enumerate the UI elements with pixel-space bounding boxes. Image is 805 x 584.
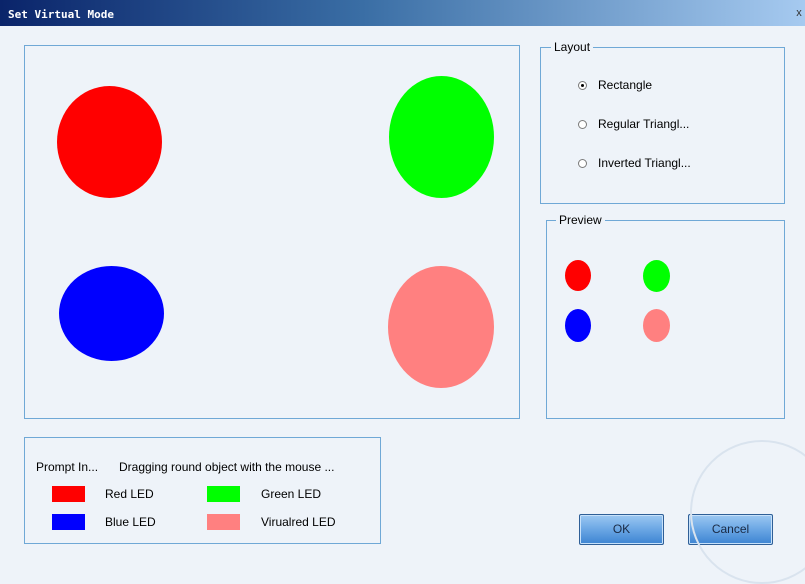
preview-blue-led <box>565 309 591 342</box>
legend-red-label: Red LED <box>105 487 154 501</box>
led-canvas <box>24 45 520 419</box>
layout-option-label: Rectangle <box>598 78 653 92</box>
blue-led[interactable] <box>59 266 164 361</box>
preview-red-led <box>565 260 591 291</box>
radio-inverted-triangle[interactable] <box>578 158 587 168</box>
title-bar: Set Virtual Mode x <box>0 0 805 26</box>
layout-option-inverted-triangle[interactable]: Inverted Triangl... <box>578 156 691 170</box>
legend-virtual-red-label: Virualred LED <box>261 515 336 529</box>
layout-group-title: Layout <box>551 40 594 54</box>
preview-group: Preview <box>546 213 785 419</box>
green-led[interactable] <box>389 76 494 198</box>
legend-green-label: Green LED <box>261 487 322 501</box>
radio-regular-triangle[interactable] <box>578 119 587 129</box>
layout-group: Layout Rectangle Regular Triangl... Inve… <box>540 40 785 204</box>
decorative-arc <box>690 440 805 584</box>
prompt-title: Prompt In... <box>36 460 99 474</box>
window-title: Set Virtual Mode <box>8 8 114 21</box>
close-button[interactable]: x <box>793 6 805 20</box>
legend-blue-swatch <box>52 514 85 530</box>
layout-option-rectangle[interactable]: Rectangle <box>578 78 652 92</box>
prompt-group: Prompt In... Dragging round object with … <box>24 437 381 544</box>
layout-option-label: Inverted Triangl... <box>598 156 691 170</box>
prompt-message: Dragging round object with the mouse ... <box>119 460 335 474</box>
preview-virtual-red-led <box>643 309 670 342</box>
legend-blue-label: Blue LED <box>105 515 156 529</box>
virtual-red-led[interactable] <box>388 266 494 388</box>
legend-red-swatch <box>52 486 85 502</box>
radio-rectangle[interactable] <box>578 80 587 90</box>
preview-green-led <box>643 260 670 292</box>
legend-green-swatch <box>207 486 240 502</box>
legend-virtual-red-swatch <box>207 514 240 530</box>
red-led[interactable] <box>57 86 162 198</box>
preview-group-title: Preview <box>556 213 605 227</box>
layout-option-label: Regular Triangl... <box>598 117 690 131</box>
layout-option-regular-triangle[interactable]: Regular Triangl... <box>578 117 689 131</box>
ok-button[interactable]: OK <box>579 514 664 545</box>
